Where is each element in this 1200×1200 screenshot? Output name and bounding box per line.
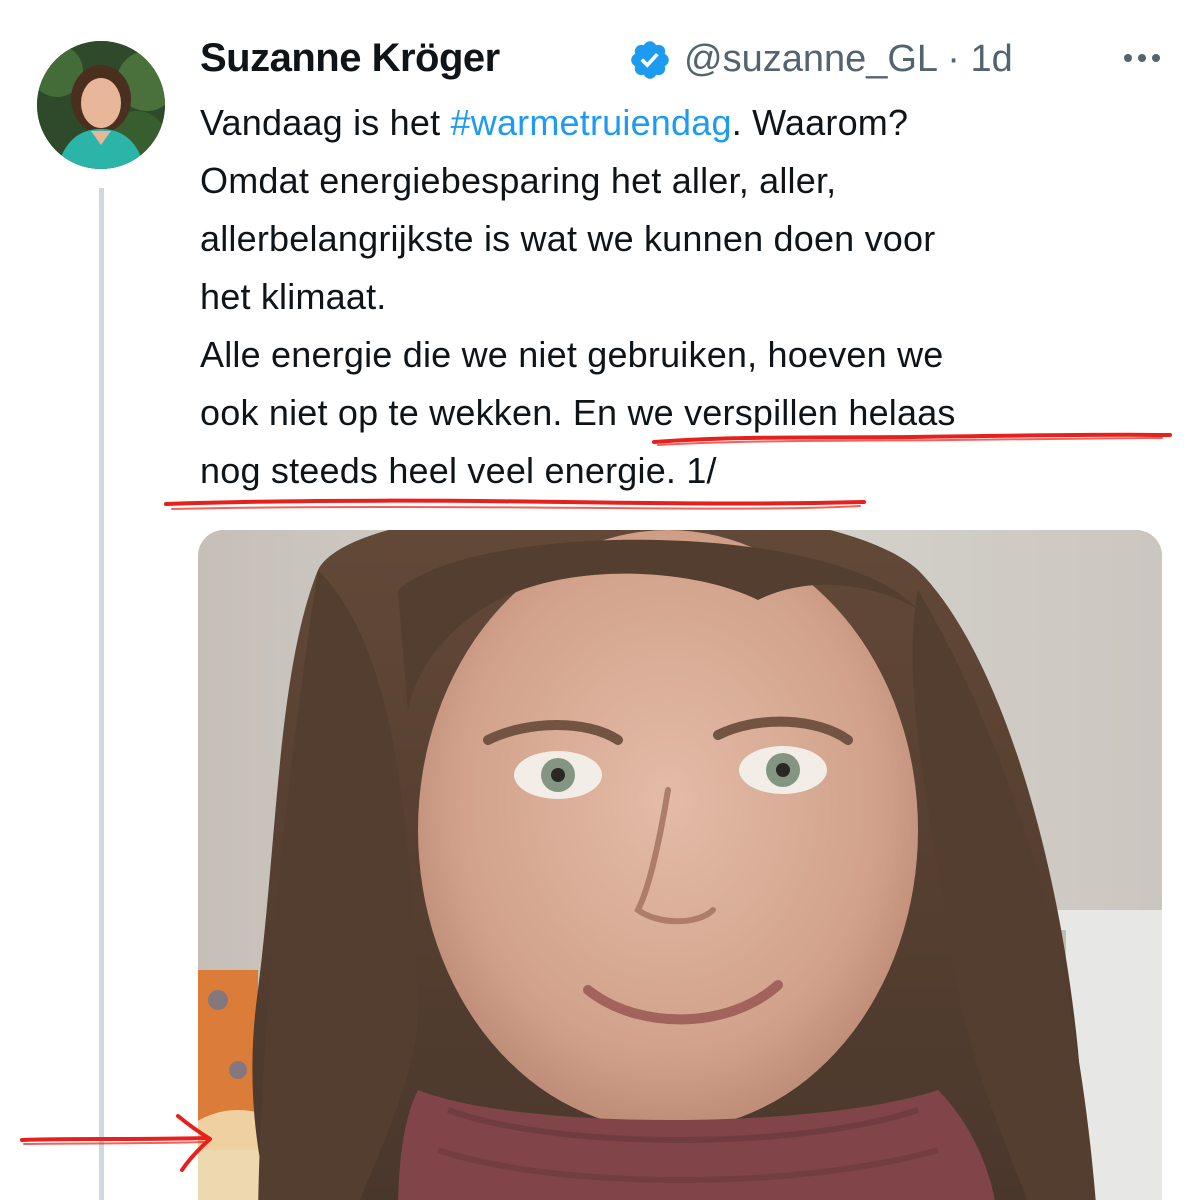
ellipsis-icon <box>1124 54 1160 62</box>
tweet-text-line: het klimaat. <box>200 276 387 317</box>
avatar-photo <box>37 41 165 169</box>
tweet-text-line: Alle energie die we niet gebruiken, hoev… <box>200 334 944 375</box>
tweet-media-photo[interactable] <box>198 530 1162 1200</box>
author-handle-and-time[interactable]: @suzanne_GL · 1d <box>684 38 1013 81</box>
author-handle[interactable]: @suzanne_GL <box>684 38 937 80</box>
red-underline-annotation <box>164 498 866 510</box>
verified-badge-icon <box>628 38 672 82</box>
red-underline-annotation <box>652 432 1172 446</box>
tweet-text-line: Vandaag is het #warmetruiendag. Waarom? <box>200 94 1180 152</box>
author-display-name[interactable]: Suzanne Kröger <box>200 36 500 81</box>
thread-connector-line <box>99 188 104 1200</box>
tweet-text-segment: Vandaag is het <box>200 102 451 143</box>
tweet-text-line: allerbelangrijkste is wat we kunnen doen… <box>200 218 936 259</box>
handle-separator: · <box>936 38 971 80</box>
tweet-text-segment: . Waarom? <box>731 102 909 143</box>
red-arrow-annotation <box>20 1114 212 1172</box>
author-avatar[interactable] <box>37 41 165 169</box>
hashtag-link[interactable]: #warmetruiendag <box>451 102 732 143</box>
more-options-button[interactable] <box>1112 30 1172 86</box>
selfie-photo-image <box>198 530 1162 1200</box>
tweet-timestamp[interactable]: 1d <box>970 38 1012 80</box>
tweet-header: Suzanne Kröger @suzanne_GL · 1d <box>200 30 1180 90</box>
tweet-text-line: Omdat energiebesparing het aller, aller, <box>200 160 837 201</box>
